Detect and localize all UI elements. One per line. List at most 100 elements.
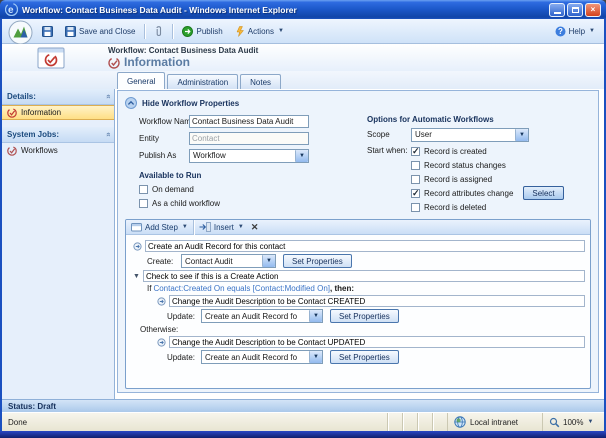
- set-properties-button[interactable]: Set Properties: [330, 350, 399, 364]
- step-row: [131, 240, 585, 252]
- step-bullet-icon: [157, 297, 166, 306]
- add-step-icon: [131, 222, 142, 232]
- main-content: Hide Workflow Properties Workflow Name* …: [115, 89, 604, 399]
- paperclip-icon: [154, 25, 163, 37]
- record-created-checkbox[interactable]: [411, 147, 420, 156]
- insert-icon: [199, 222, 211, 232]
- record-assigned-checkbox[interactable]: [411, 175, 420, 184]
- step-row: ▼: [131, 270, 585, 282]
- step4-description-input[interactable]: [169, 336, 585, 348]
- record-deleted-checkbox[interactable]: [411, 203, 420, 212]
- otherwise-row: Otherwise:: [131, 325, 585, 334]
- tab-notes[interactable]: Notes: [240, 74, 281, 89]
- information-check-icon: [7, 108, 17, 118]
- step2-description-input[interactable]: [143, 270, 585, 282]
- sidebar: Details: » Information System Jobs: » Wo…: [2, 89, 115, 399]
- workflow-entity-icon: [36, 46, 66, 70]
- attachment-button[interactable]: [151, 24, 166, 38]
- update-entity-select[interactable]: Create an Audit Record fo ▼: [201, 350, 323, 364]
- toolbar-separator: [193, 220, 194, 235]
- sidebar-item-workflows[interactable]: Workflows: [2, 143, 114, 158]
- insert-menu-button[interactable]: Insert ▼: [199, 222, 244, 232]
- minimize-button[interactable]: [549, 3, 565, 17]
- information-check-icon: [108, 57, 120, 69]
- window-bottom-border: [0, 431, 606, 438]
- child-workflow-checkbox[interactable]: [139, 199, 148, 208]
- close-button[interactable]: ×: [585, 3, 601, 17]
- chevron-down-icon: ▼: [182, 224, 188, 230]
- record-created-option: Record is created: [411, 144, 564, 158]
- scope-select[interactable]: User ▼: [411, 128, 529, 142]
- globe-icon: [454, 416, 466, 428]
- crm-logo-icon[interactable]: [8, 20, 33, 45]
- magnifier-icon: [549, 417, 560, 428]
- browser-status-bar: Done Local intranet 100% ▼: [2, 412, 604, 431]
- step-row: [131, 336, 585, 348]
- save-and-close-button[interactable]: Save and Close: [62, 25, 138, 38]
- general-tab-panel: Hide Workflow Properties Workflow Name* …: [117, 90, 599, 393]
- create-entity-select[interactable]: Contact Audit ▼: [181, 254, 276, 268]
- tab-administration[interactable]: Administration: [167, 74, 238, 89]
- step3-description-input[interactable]: [169, 295, 585, 307]
- save-and-close-icon: [65, 26, 76, 37]
- step1-description-input[interactable]: [145, 240, 585, 252]
- record-status: Status: Draft: [8, 402, 56, 411]
- security-zone: Local intranet: [447, 413, 542, 431]
- collapse-section-icon[interactable]: »: [103, 132, 112, 136]
- main-toolbar: Save and Close Publish Actions ▼ ? Help …: [2, 19, 604, 44]
- step-expander-icon[interactable]: ▼: [133, 273, 140, 280]
- maximize-button[interactable]: [567, 3, 583, 17]
- sidebar-item-information[interactable]: Information: [2, 105, 114, 120]
- publish-icon: [182, 26, 193, 37]
- step-action-row: Create: Contact Audit ▼ Set Properties: [131, 254, 585, 268]
- record-status-changes-option: Record status changes: [411, 158, 564, 172]
- help-icon: ?: [555, 26, 566, 37]
- status-segment: [387, 413, 402, 431]
- dropdown-arrow-icon[interactable]: ▼: [262, 255, 275, 267]
- available-to-run-header: Available to Run: [139, 169, 361, 182]
- dropdown-arrow-icon[interactable]: ▼: [309, 351, 322, 363]
- tab-general[interactable]: General: [117, 72, 165, 89]
- dropdown-arrow-icon[interactable]: ▼: [295, 150, 308, 162]
- select-attributes-button[interactable]: Select: [523, 186, 563, 200]
- sidebar-details-header: Details: »: [2, 89, 114, 105]
- save-button[interactable]: [39, 25, 56, 38]
- update-label: Update:: [167, 312, 201, 321]
- on-demand-checkbox[interactable]: [139, 185, 148, 194]
- workflow-name-input[interactable]: [189, 115, 309, 128]
- delete-step-button[interactable]: ✕: [251, 222, 259, 233]
- record-status-bar: Status: Draft: [2, 399, 604, 412]
- record-status-changes-checkbox[interactable]: [411, 161, 420, 170]
- sidebar-system-jobs-header: System Jobs: »: [2, 127, 114, 143]
- svg-text:e: e: [8, 5, 14, 16]
- zoom-control[interactable]: 100% ▼: [542, 413, 604, 431]
- step-editor: Add Step ▼ Insert ▼ ✕: [125, 219, 591, 389]
- record-deleted-option: Record is deleted: [411, 200, 564, 214]
- tab-bar: General Administration Notes: [2, 71, 604, 89]
- entity-input: [189, 132, 309, 145]
- chevron-down-icon: ▼: [278, 28, 284, 34]
- workflows-icon: [7, 146, 17, 156]
- toolbar-separator: [172, 24, 173, 39]
- actions-menu-button[interactable]: Actions ▼: [232, 25, 287, 38]
- dropdown-arrow-icon[interactable]: ▼: [515, 129, 528, 141]
- add-step-menu-button[interactable]: Add Step ▼: [131, 222, 188, 232]
- hide-workflow-properties-toggle[interactable]: Hide Workflow Properties: [125, 96, 591, 110]
- publish-button[interactable]: Publish: [179, 25, 225, 38]
- step-bullet-icon: [157, 338, 166, 347]
- scope-label: Scope: [367, 130, 411, 139]
- collapse-section-icon[interactable]: »: [103, 94, 112, 98]
- condition-row: If Contact:Created On equals [Contact:Mo…: [131, 284, 585, 293]
- set-properties-button[interactable]: Set Properties: [283, 254, 352, 268]
- record-attributes-change-checkbox[interactable]: [411, 189, 420, 198]
- update-label: Update:: [167, 353, 201, 362]
- condition-link[interactable]: Contact:Created On equals [Contact:Modif…: [153, 284, 330, 293]
- chevron-down-icon: ▼: [587, 419, 593, 425]
- window-titlebar: e Workflow: Contact Business Data Audit …: [0, 0, 606, 19]
- help-menu-button[interactable]: ? Help ▼: [552, 25, 598, 38]
- step-editor-toolbar: Add Step ▼ Insert ▼ ✕: [126, 220, 590, 235]
- set-properties-button[interactable]: Set Properties: [330, 309, 399, 323]
- update-entity-select[interactable]: Create an Audit Record fo ▼: [201, 309, 323, 323]
- dropdown-arrow-icon[interactable]: ▼: [309, 310, 322, 322]
- publish-as-select[interactable]: Workflow ▼: [189, 149, 309, 163]
